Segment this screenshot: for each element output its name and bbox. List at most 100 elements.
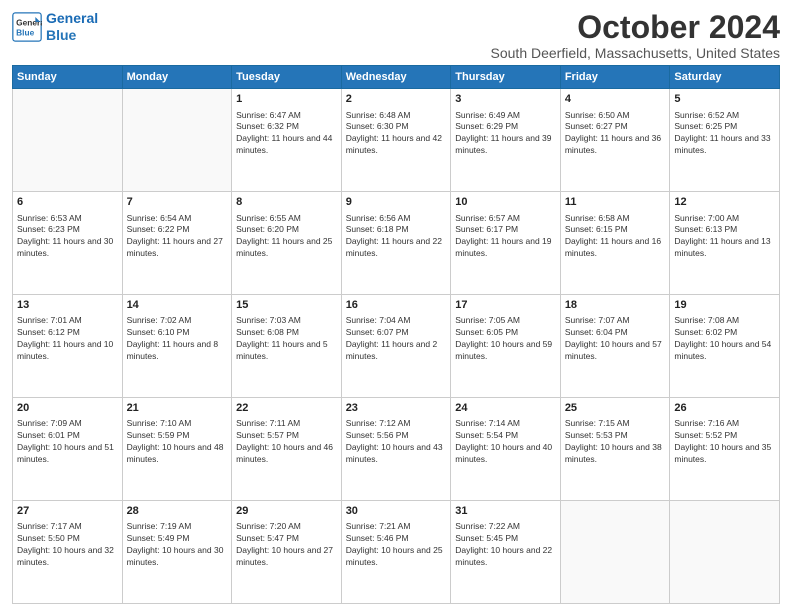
calendar-header-row: SundayMondayTuesdayWednesdayThursdayFrid… [13, 66, 780, 89]
calendar-cell: 16 Sunrise: 7:04 AMSunset: 6:07 PMDayligh… [341, 295, 451, 398]
calendar-page: General Blue General Blue October 2024 S… [0, 0, 792, 612]
calendar-cell: 6 Sunrise: 6:53 AMSunset: 6:23 PMDaylight… [13, 192, 123, 295]
day-detail: Sunrise: 7:09 AMSunset: 6:01 PMDaylight:… [17, 418, 118, 466]
header: General Blue General Blue October 2024 S… [12, 10, 780, 61]
calendar-cell: 7 Sunrise: 6:54 AMSunset: 6:22 PMDaylight… [122, 192, 232, 295]
day-number: 30 [346, 504, 447, 519]
day-number: 15 [236, 298, 337, 313]
day-number: 4 [565, 92, 666, 107]
logo-text: General Blue [46, 10, 98, 44]
day-number: 7 [127, 195, 228, 210]
day-detail: Sunrise: 6:58 AMSunset: 6:15 PMDaylight:… [565, 213, 666, 261]
calendar-cell [670, 501, 780, 604]
day-number: 2 [346, 92, 447, 107]
day-number: 26 [674, 401, 775, 416]
calendar-cell: 24 Sunrise: 7:14 AMSunset: 5:54 PMDayligh… [451, 398, 561, 501]
day-number: 20 [17, 401, 118, 416]
day-detail: Sunrise: 6:54 AMSunset: 6:22 PMDaylight:… [127, 213, 228, 261]
day-detail: Sunrise: 6:56 AMSunset: 6:18 PMDaylight:… [346, 213, 447, 261]
calendar-header-thursday: Thursday [451, 66, 561, 89]
calendar-cell: 15 Sunrise: 7:03 AMSunset: 6:08 PMDayligh… [232, 295, 342, 398]
calendar-table: SundayMondayTuesdayWednesdayThursdayFrid… [12, 65, 780, 604]
calendar-cell: 9Sunrise: 6:56 AMSunset: 6:18 PMDaylight… [341, 192, 451, 295]
day-number: 11 [565, 195, 666, 210]
day-number: 17 [455, 298, 556, 313]
day-detail: Sunrise: 7:19 AMSunset: 5:49 PMDaylight:… [127, 521, 228, 569]
calendar-cell: 18Sunrise: 7:07 AMSunset: 6:04 PMDayligh… [560, 295, 670, 398]
day-number: 3 [455, 92, 556, 107]
month-title: October 2024 [491, 10, 780, 45]
day-detail: Sunrise: 7:12 AMSunset: 5:56 PMDaylight:… [346, 418, 447, 466]
calendar-cell: 26 Sunrise: 7:16 AMSunset: 5:52 PMDayligh… [670, 398, 780, 501]
calendar-header-wednesday: Wednesday [341, 66, 451, 89]
calendar-cell: 19 Sunrise: 7:08 AMSunset: 6:02 PMDayligh… [670, 295, 780, 398]
calendar-header-saturday: Saturday [670, 66, 780, 89]
day-number: 31 [455, 504, 556, 519]
day-detail: Sunrise: 7:16 AMSunset: 5:52 PMDaylight:… [674, 418, 775, 466]
day-detail: Sunrise: 6:53 AMSunset: 6:23 PMDaylight:… [17, 213, 118, 261]
day-detail: Sunrise: 7:14 AMSunset: 5:54 PMDaylight:… [455, 418, 556, 466]
calendar-cell: 2 Sunrise: 6:48 AMSunset: 6:30 PMDaylight… [341, 89, 451, 192]
calendar-cell: 11 Sunrise: 6:58 AMSunset: 6:15 PMDayligh… [560, 192, 670, 295]
svg-text:Blue: Blue [16, 27, 34, 37]
calendar-cell: 20 Sunrise: 7:09 AMSunset: 6:01 PMDayligh… [13, 398, 123, 501]
day-detail: Sunrise: 6:52 AMSunset: 6:25 PMDaylight:… [674, 110, 775, 158]
day-number: 18 [565, 298, 666, 313]
calendar-cell: 28 Sunrise: 7:19 AMSunset: 5:49 PMDayligh… [122, 501, 232, 604]
day-detail: Sunrise: 6:49 AMSunset: 6:29 PMDaylight:… [455, 110, 556, 158]
day-detail: Sunrise: 7:03 AMSunset: 6:08 PMDaylight:… [236, 315, 337, 363]
calendar-header-sunday: Sunday [13, 66, 123, 89]
day-detail: Sunrise: 7:02 AMSunset: 6:10 PMDaylight:… [127, 315, 228, 363]
week-row-2: 6 Sunrise: 6:53 AMSunset: 6:23 PMDaylight… [13, 192, 780, 295]
day-number: 16 [346, 298, 447, 313]
day-detail: Sunrise: 7:22 AMSunset: 5:45 PMDaylight:… [455, 521, 556, 569]
day-detail: Sunrise: 6:50 AMSunset: 6:27 PMDaylight:… [565, 110, 666, 158]
day-number: 6 [17, 195, 118, 210]
logo: General Blue General Blue [12, 10, 98, 44]
logo-line1: General [46, 10, 98, 26]
day-number: 28 [127, 504, 228, 519]
logo-icon: General Blue [12, 12, 42, 42]
day-detail: Sunrise: 7:00 AMSunset: 6:13 PMDaylight:… [674, 213, 775, 261]
day-detail: Sunrise: 7:17 AMSunset: 5:50 PMDaylight:… [17, 521, 118, 569]
day-detail: Sunrise: 7:05 AMSunset: 6:05 PMDaylight:… [455, 315, 556, 363]
calendar-cell: 31 Sunrise: 7:22 AMSunset: 5:45 PMDayligh… [451, 501, 561, 604]
calendar-cell: 10 Sunrise: 6:57 AMSunset: 6:17 PMDayligh… [451, 192, 561, 295]
day-detail: Sunrise: 7:08 AMSunset: 6:02 PMDaylight:… [674, 315, 775, 363]
day-detail: Sunrise: 7:10 AMSunset: 5:59 PMDaylight:… [127, 418, 228, 466]
calendar-header-tuesday: Tuesday [232, 66, 342, 89]
day-detail: Sunrise: 6:55 AMSunset: 6:20 PMDaylight:… [236, 213, 337, 261]
calendar-cell: 1Sunrise: 6:47 AMSunset: 6:32 PMDaylight… [232, 89, 342, 192]
location: South Deerfield, Massachusetts, United S… [491, 45, 780, 61]
day-number: 22 [236, 401, 337, 416]
calendar-cell: 3 Sunrise: 6:49 AMSunset: 6:29 PMDaylight… [451, 89, 561, 192]
day-detail: Sunrise: 6:57 AMSunset: 6:17 PMDaylight:… [455, 213, 556, 261]
calendar-cell: 5 Sunrise: 6:52 AMSunset: 6:25 PMDaylight… [670, 89, 780, 192]
calendar-header-friday: Friday [560, 66, 670, 89]
week-row-4: 20 Sunrise: 7:09 AMSunset: 6:01 PMDayligh… [13, 398, 780, 501]
day-detail: Sunrise: 7:04 AMSunset: 6:07 PMDaylight:… [346, 315, 447, 363]
day-number: 19 [674, 298, 775, 313]
calendar-cell: 14 Sunrise: 7:02 AMSunset: 6:10 PMDayligh… [122, 295, 232, 398]
calendar-cell: 22Sunrise: 7:11 AMSunset: 5:57 PMDayligh… [232, 398, 342, 501]
calendar-header-monday: Monday [122, 66, 232, 89]
day-number: 21 [127, 401, 228, 416]
day-number: 14 [127, 298, 228, 313]
calendar-cell [13, 89, 123, 192]
day-detail: Sunrise: 6:48 AMSunset: 6:30 PMDaylight:… [346, 110, 447, 158]
day-detail: Sunrise: 7:21 AMSunset: 5:46 PMDaylight:… [346, 521, 447, 569]
day-number: 10 [455, 195, 556, 210]
day-number: 24 [455, 401, 556, 416]
day-number: 1 [236, 92, 337, 107]
calendar-cell: 8 Sunrise: 6:55 AMSunset: 6:20 PMDaylight… [232, 192, 342, 295]
week-row-5: 27 Sunrise: 7:17 AMSunset: 5:50 PMDayligh… [13, 501, 780, 604]
calendar-cell: 21 Sunrise: 7:10 AMSunset: 5:59 PMDayligh… [122, 398, 232, 501]
day-number: 12 [674, 195, 775, 210]
calendar-cell: 29Sunrise: 7:20 AMSunset: 5:47 PMDayligh… [232, 501, 342, 604]
day-number: 27 [17, 504, 118, 519]
day-detail: Sunrise: 7:01 AMSunset: 6:12 PMDaylight:… [17, 315, 118, 363]
title-block: October 2024 South Deerfield, Massachuse… [491, 10, 780, 61]
day-number: 8 [236, 195, 337, 210]
day-number: 5 [674, 92, 775, 107]
calendar-cell: 13Sunrise: 7:01 AMSunset: 6:12 PMDayligh… [13, 295, 123, 398]
